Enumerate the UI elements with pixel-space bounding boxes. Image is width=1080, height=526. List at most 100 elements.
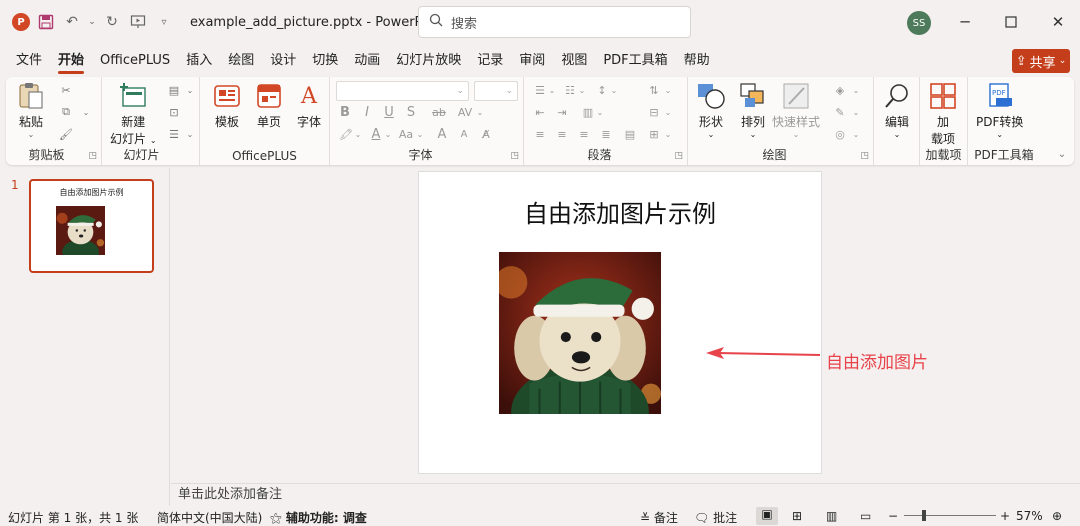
new-slide-button[interactable]: 新建 幻灯片 ⌄ (110, 81, 157, 147)
bold-button[interactable]: B (338, 105, 352, 120)
normal-view-icon[interactable]: ▣ (756, 507, 778, 525)
distributed-icon[interactable]: ▤ (622, 127, 638, 141)
fit-to-window-icon[interactable]: ⊕ (1052, 509, 1062, 523)
slide-sorter-icon[interactable]: ⊞ (792, 509, 802, 523)
chevron-down-icon[interactable]: ⌄ (664, 127, 672, 141)
chevron-down-icon[interactable]: ⌄ (596, 105, 604, 119)
tab-draw[interactable]: 绘图 (220, 46, 262, 76)
chevron-down-icon[interactable]: ⌄ (354, 127, 362, 141)
justify-icon[interactable]: ≣ (598, 127, 614, 141)
undo-icon[interactable]: ↶ (62, 12, 82, 32)
chevron-down-icon[interactable]: ⌄ (416, 127, 424, 141)
chevron-down-icon[interactable]: ⌄ (664, 105, 672, 119)
zoom-slider[interactable] (904, 515, 996, 516)
align-right-icon[interactable]: ≡ (576, 127, 592, 141)
tab-help[interactable]: 帮助 (676, 46, 718, 76)
share-button[interactable]: ⇪ 共享 ⌄ (1012, 49, 1070, 73)
zoom-level[interactable]: 57% (1016, 509, 1043, 523)
editing-button[interactable]: 编辑 ⌄ (882, 81, 912, 139)
dialog-launcher-icon[interactable]: ◳ (860, 151, 869, 161)
line-spacing-icon[interactable]: ↕ (594, 83, 610, 97)
reset-slide-icon[interactable]: ⊡ (166, 105, 182, 119)
user-avatar[interactable]: SS (907, 11, 931, 35)
chevron-down-icon[interactable]: ⌄ (664, 83, 672, 97)
font-name-dropdown[interactable]: ⌄ (336, 81, 469, 101)
grow-font-button[interactable]: A (434, 127, 450, 142)
zoom-out-icon[interactable]: − (888, 509, 898, 523)
chevron-down-icon[interactable]: ⌄ (548, 83, 556, 97)
search-box[interactable]: 搜索 (418, 6, 691, 38)
chevron-down-icon[interactable]: ⌄ (182, 83, 198, 97)
font-size-dropdown[interactable]: ⌄ (474, 81, 518, 101)
shrink-font-button[interactable]: A (456, 127, 472, 141)
template-button[interactable]: 模板 (212, 81, 242, 130)
font-style-button[interactable]: A 字体 (294, 81, 324, 130)
tab-design[interactable]: 设计 (262, 46, 304, 76)
format-painter-icon[interactable]: 🖌 (58, 127, 74, 141)
maximize-icon[interactable] (997, 8, 1025, 36)
shape-effects-icon[interactable]: ◎ (832, 127, 848, 141)
tab-record[interactable]: 记录 (469, 46, 511, 76)
undo-dropdown-icon[interactable]: ⌄ (88, 12, 96, 32)
dialog-launcher-icon[interactable]: ◳ (674, 151, 683, 161)
tab-officeplus[interactable]: OfficePLUS (92, 46, 178, 76)
tab-home[interactable]: 开始 (50, 46, 92, 76)
arrange-button[interactable]: 排列 ⌄ (738, 81, 768, 139)
chevron-down-icon[interactable]: ⌄ (852, 105, 860, 119)
change-case-button[interactable]: Aa (396, 127, 416, 141)
increase-indent-icon[interactable]: ⇥ (554, 105, 570, 119)
notes-pane[interactable]: 单击此处添加备注 (171, 483, 1080, 505)
addins-button[interactable]: 加 载项 (928, 81, 958, 147)
slide[interactable]: 自由添加图片示例 (418, 171, 822, 474)
chevron-down-icon[interactable]: ⌄ (384, 127, 392, 141)
bullets-icon[interactable]: ☰ (532, 83, 548, 97)
tab-pdf-toolbox[interactable]: PDF工具箱 (595, 46, 675, 76)
dog-picture[interactable] (499, 252, 661, 414)
single-page-button[interactable]: 单页 (254, 81, 284, 130)
tab-insert[interactable]: 插入 (178, 46, 220, 76)
strikethrough-icon[interactable]: ab (428, 105, 450, 119)
dialog-launcher-icon[interactable]: ◳ (510, 151, 519, 161)
language-status[interactable]: 简体中文(中国大陆) (157, 509, 262, 526)
cut-icon[interactable]: ✂ (58, 83, 74, 97)
slide-title[interactable]: 自由添加图片示例 (419, 194, 821, 229)
slide-thumbnail[interactable]: 自由添加图片示例 (29, 179, 154, 273)
align-center-icon[interactable]: ≡ (554, 127, 570, 141)
char-spacing-icon[interactable]: AV (454, 105, 476, 119)
text-direction-icon[interactable]: ⇅ (646, 83, 662, 97)
underline-button[interactable]: U (382, 105, 396, 120)
close-icon[interactable]: ✕ (1044, 8, 1072, 36)
reading-view-icon[interactable]: ▥ (826, 509, 837, 523)
chevron-down-icon[interactable]: ⌄ (852, 127, 860, 141)
paste-button[interactable]: 粘贴 ⌄ (16, 81, 46, 139)
chevron-down-icon[interactable]: ⌄ (476, 105, 484, 119)
align-text-icon[interactable]: ⊟ (646, 105, 662, 119)
clear-formatting-icon[interactable]: A̸ (478, 127, 494, 141)
collapse-ribbon-icon[interactable]: ⌄ (1054, 147, 1070, 161)
shape-fill-icon[interactable]: ◈ (832, 83, 848, 97)
comments-button[interactable]: 🗨 批注 (694, 509, 737, 526)
tab-review[interactable]: 审阅 (511, 46, 553, 76)
highlight-icon[interactable]: 🖍 (338, 127, 354, 141)
zoom-in-icon[interactable]: + (1000, 509, 1010, 523)
shapes-button[interactable]: 形状 ⌄ (696, 81, 726, 139)
shape-outline-icon[interactable]: ✎ (832, 105, 848, 119)
tab-animations[interactable]: 动画 (346, 46, 388, 76)
chevron-down-icon[interactable]: ⌄ (182, 127, 198, 141)
tab-transitions[interactable]: 切换 (304, 46, 346, 76)
quick-styles-button[interactable]: 快速样式 ⌄ (772, 81, 820, 139)
slideshow-icon[interactable]: ▭ (860, 509, 871, 523)
shadow-button[interactable]: S (404, 105, 418, 120)
present-from-start-icon[interactable] (128, 12, 148, 32)
zoom-slider-thumb[interactable] (922, 510, 926, 521)
accessibility-status[interactable]: ⚝ 辅助功能: 调查 (270, 509, 367, 526)
chevron-down-icon[interactable]: ⌄ (578, 83, 586, 97)
chevron-down-icon[interactable]: ⌄ (852, 83, 860, 97)
tab-slideshow[interactable]: 幻灯片放映 (388, 46, 469, 76)
smartart-icon[interactable]: ⊞ (646, 127, 662, 141)
layout-icon[interactable]: ▤ (166, 83, 182, 97)
pdf-convert-button[interactable]: PDF PDF转换 ⌄ (976, 81, 1023, 139)
tab-file[interactable]: 文件 (8, 46, 50, 76)
dialog-launcher-icon[interactable]: ◳ (88, 151, 97, 161)
italic-button[interactable]: I (360, 105, 374, 120)
